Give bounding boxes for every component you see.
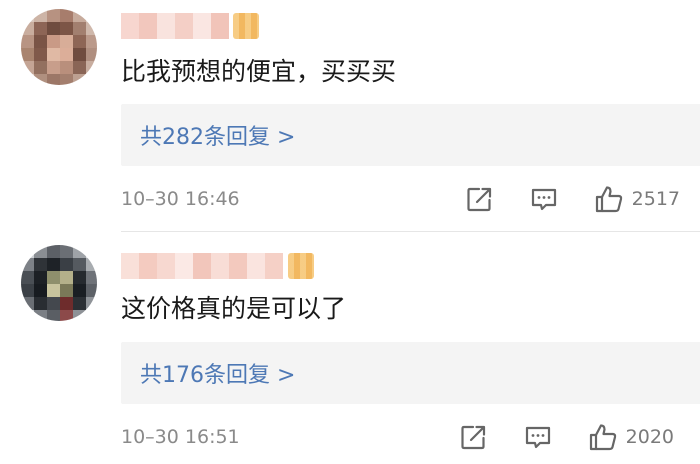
view-replies-button[interactable]: 共282条回复 > — [121, 104, 700, 166]
vip-badge-icon — [233, 13, 259, 39]
share-button[interactable] — [460, 424, 488, 451]
replies-count-label: 共176条回复 > — [140, 363, 296, 388]
comment-meta: 10–30 16:51 2020 — [121, 422, 700, 452]
comment-actions: 2517 — [466, 184, 680, 214]
thumbs-up-icon — [589, 424, 616, 451]
like-count: 2517 — [631, 188, 680, 210]
comment-icon — [531, 188, 556, 210]
comment-button[interactable] — [530, 186, 558, 213]
username[interactable] — [121, 13, 229, 39]
comment-meta: 10–30 16:46 2517 — [121, 184, 700, 214]
share-button[interactable] — [466, 186, 494, 213]
thumbs-up-icon — [595, 186, 622, 213]
share-icon — [467, 187, 492, 211]
avatar[interactable] — [21, 245, 97, 321]
like-button[interactable]: 2517 — [594, 184, 680, 214]
comment-button[interactable] — [524, 424, 552, 451]
comment-item: 比我预想的便宜，买买买 共282条回复 > 10–30 16:46 2517 — [0, 0, 700, 232]
comment-actions: 2020 — [460, 422, 674, 452]
comment-text: 比我预想的便宜，买买买 — [121, 57, 397, 86]
like-button[interactable]: 2020 — [588, 422, 674, 452]
comment-item: 这价格真的是可以了 共176条回复 > 10–30 16:51 2020 — [0, 232, 700, 464]
comment-icon — [525, 426, 550, 448]
like-count: 2020 — [625, 426, 674, 448]
comment-text: 这价格真的是可以了 — [121, 294, 347, 323]
username[interactable] — [121, 253, 283, 279]
vip-badge-icon — [288, 253, 314, 279]
avatar[interactable] — [21, 9, 97, 85]
share-icon — [461, 425, 486, 449]
replies-count-label: 共282条回复 > — [140, 125, 296, 150]
timestamp: 10–30 16:51 — [121, 426, 240, 448]
timestamp: 10–30 16:46 — [121, 188, 240, 210]
view-replies-button[interactable]: 共176条回复 > — [121, 342, 700, 404]
